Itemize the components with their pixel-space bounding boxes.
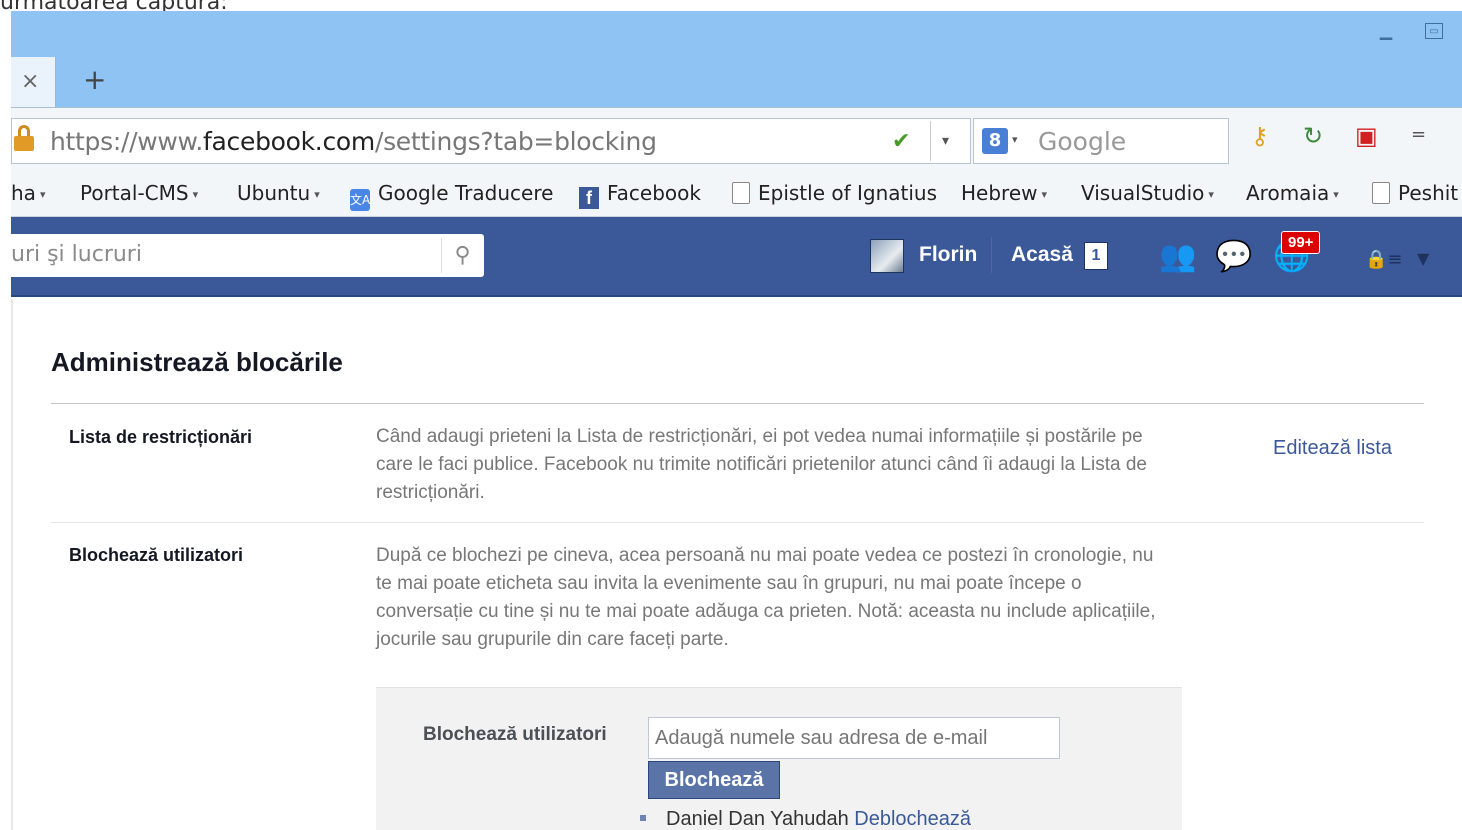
restrict-list-description: Când adaugi prieteni la Lista de restric… <box>376 426 1147 503</box>
bookmark-label: Hebrew <box>961 181 1038 205</box>
url-text[interactable]: https://www.facebook.com/settings?tab=bl… <box>50 127 657 156</box>
bullet-icon <box>640 814 646 821</box>
bookmark-label: VisualStudio <box>1081 181 1205 205</box>
restrict-list-label: Lista de restricționări <box>69 427 253 447</box>
page-title: Administrează blocările <box>51 347 343 377</box>
bookmark-label: Facebook <box>607 181 701 205</box>
chevron-down-icon: ▾ <box>1333 188 1339 201</box>
bookmark-google-traducere[interactable]: 文A Google Traducere <box>350 181 553 211</box>
bookmark-ha[interactable]: ha ▾ <box>11 181 45 205</box>
notifications-badge: 99+ <box>1281 231 1321 254</box>
new-tab-button[interactable]: + <box>83 63 106 96</box>
facebook-header: uri şi lucruri ⚲ Florin Acasă 1 👥 💬 🌐 99… <box>11 217 1462 297</box>
bookmark-label: Ubuntu <box>237 181 311 205</box>
maximize-icon[interactable]: ▭ <box>1425 23 1443 39</box>
bookmark-label: Portal-CMS <box>80 181 189 205</box>
bookmark-label: Peshit <box>1398 181 1459 205</box>
block-users-form: Blochează utilizatori Blochează Daniel D… <box>376 687 1182 830</box>
search-icon[interactable]: ⚲ <box>441 238 483 273</box>
lock-icon[interactable] <box>14 125 34 151</box>
chevron-down-icon: ▾ <box>1208 188 1214 201</box>
block-users-description: După ce blochezi pe cineva, acea persoan… <box>376 545 1156 650</box>
list-item: Daniel Dan Yahudah Deblochează <box>640 808 971 830</box>
title-divider <box>51 403 1424 404</box>
reload-extension-icon[interactable]: ↻ <box>1303 122 1323 150</box>
blocked-user-name: Daniel Dan Yahudah <box>666 808 849 830</box>
home-count-badge: 1 <box>1084 242 1108 270</box>
addon-icon[interactable]: ▣ <box>1355 122 1378 150</box>
settings-content: Administrează blocările Lista de restric… <box>11 299 1462 830</box>
friend-requests-icon[interactable]: 👥 <box>1159 239 1196 274</box>
avatar[interactable] <box>870 239 904 273</box>
page-icon <box>1372 182 1390 204</box>
unblock-link[interactable]: Deblochează <box>854 808 971 830</box>
address-bar[interactable]: https://www.facebook.com/settings?tab=bl… <box>11 118 971 164</box>
search-engine-caret[interactable]: ▾ <box>1012 133 1018 146</box>
url-prefix: https://www. <box>50 127 204 156</box>
page-icon <box>732 182 750 204</box>
search-placeholder: Google <box>1038 127 1127 156</box>
chevron-down-icon: ▾ <box>314 188 320 201</box>
bookmark-ubuntu[interactable]: Ubuntu ▾ <box>237 181 320 205</box>
google-plus-icon[interactable]: 8 <box>982 128 1008 154</box>
bookmarks-bar: ha ▾ Portal-CMS ▾ Ubuntu ▾ 文A Google Traduce… <box>11 169 1462 217</box>
block-users-form-label: Blochează utilizatori <box>423 724 607 745</box>
chevron-down-icon: ▾ <box>1041 188 1048 201</box>
key-icon[interactable]: ⚷ <box>1251 122 1269 150</box>
bookmark-facebook[interactable]: f Facebook <box>579 181 701 209</box>
bookmark-visualstudio[interactable]: VisualStudio ▾ <box>1081 181 1214 205</box>
browser-window: ▁ ▭ × + https://www.facebook.com/setting… <box>11 11 1462 830</box>
content-left-border <box>11 299 13 830</box>
chevron-down-icon[interactable]: ▼ <box>1417 249 1429 268</box>
bookmark-label: Google Traducere <box>378 181 554 205</box>
row-divider <box>51 522 1424 523</box>
privacy-shortcuts-icon[interactable]: 🔒≡ <box>1365 249 1403 270</box>
facebook-icon: f <box>579 187 599 209</box>
url-path: /settings?tab=blocking <box>374 127 657 156</box>
bookmark-peshit[interactable]: Peshit <box>1372 181 1458 205</box>
bookmark-label: ha <box>11 181 36 205</box>
profile-link[interactable]: Florin <box>919 243 977 267</box>
navigation-bar: https://www.facebook.com/settings?tab=bl… <box>11 107 1462 169</box>
facebook-search-placeholder: uri şi lucruri <box>11 242 142 267</box>
bookmark-hebrew[interactable]: Hebrew ▾ <box>961 181 1047 205</box>
url-domain: facebook.com <box>203 127 375 156</box>
menu-caret-icon[interactable]: = <box>1411 124 1426 145</box>
messages-icon[interactable]: 💬 <box>1215 239 1252 274</box>
chevron-down-icon: ▾ <box>192 188 199 201</box>
bookmark-label: Epistle of Ignatius <box>758 181 938 205</box>
bookmark-portal-cms[interactable]: Portal-CMS ▾ <box>80 181 198 205</box>
search-bar[interactable]: 8 ▾ Google <box>973 118 1229 164</box>
block-button[interactable]: Blochează <box>648 761 780 799</box>
translate-icon: 文A <box>350 189 370 211</box>
header-divider <box>991 237 992 273</box>
tab-bar: ▁ ▭ × + <box>11 11 1462 107</box>
url-dropdown-button[interactable]: ▾ <box>930 121 960 161</box>
bookmark-epistle-of-ignatius[interactable]: Epistle of Ignatius <box>732 181 937 205</box>
tab-close-icon[interactable]: × <box>21 69 39 94</box>
chevron-down-icon: ▾ <box>39 188 46 201</box>
bookmark-label: Aromaia <box>1246 181 1330 205</box>
home-link[interactable]: Acasă <box>1011 243 1073 267</box>
facebook-search-input[interactable]: uri şi lucruri ⚲ <box>11 234 484 277</box>
block-users-label: Blochează utilizatori <box>69 545 244 565</box>
minimize-icon[interactable]: ▁ <box>1375 23 1397 39</box>
browser-tab[interactable]: × <box>11 57 56 107</box>
bookmark-aromaia[interactable]: Aromaia ▾ <box>1246 181 1339 205</box>
edit-list-link[interactable]: Editează lista <box>1273 437 1392 460</box>
block-user-input[interactable] <box>648 717 1060 759</box>
pin-icon[interactable]: ✔ <box>892 129 910 154</box>
